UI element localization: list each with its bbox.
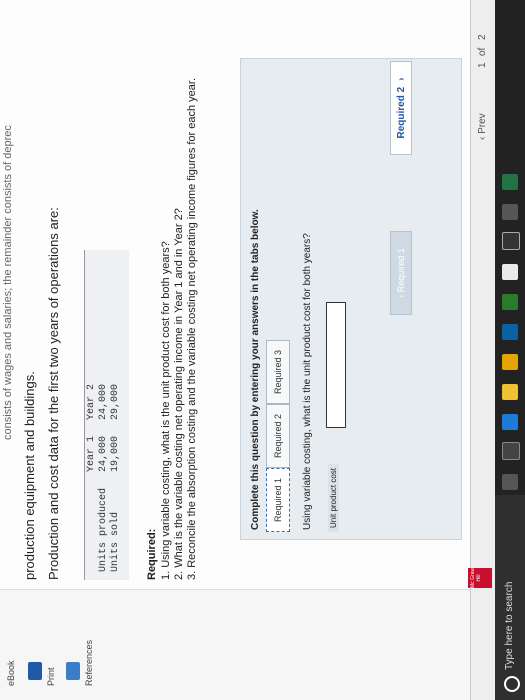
screen: consists of wages and salaries; the rema… (0, 0, 525, 700)
tab-required-2[interactable]: Required 2 (266, 404, 290, 468)
app-icon-2[interactable] (502, 204, 518, 220)
left-rail: eBook Print References (0, 589, 480, 700)
start-icon[interactable] (504, 676, 520, 692)
print-link[interactable]: Print (46, 667, 56, 686)
table-cell: 24,000 (98, 435, 109, 472)
input-label: Unit product cost (328, 463, 339, 532)
mcgraw-hill-logo: Mc Graw Hill (468, 568, 492, 588)
table-row: Units produced 24,000 24,000 (98, 376, 110, 580)
required-item-2: 2. What is the variable costing net oper… (173, 208, 185, 580)
table-cell: Units produced (98, 487, 109, 572)
tab-required-3[interactable]: Required 3 (266, 340, 290, 404)
page-of: of (477, 47, 488, 56)
table-cell: Units sold (110, 511, 121, 572)
excel-icon[interactable] (502, 174, 518, 190)
page-total: 2 (477, 34, 488, 40)
unit-product-cost-input[interactable] (326, 302, 346, 428)
intro-line: production equipment and buildings. (22, 371, 37, 580)
word-icon[interactable] (502, 294, 518, 310)
edge-icon[interactable] (502, 414, 518, 430)
page-current: 1 (477, 62, 488, 68)
table-header-cell: Year 2 (86, 383, 97, 420)
next-required-button[interactable]: Required 2 › (390, 61, 412, 155)
table-cell: 19,000 (110, 435, 121, 472)
data-line: Production and cost data for the first t… (46, 207, 61, 580)
logo-text: Mc Graw Hill (470, 568, 482, 588)
taskbar: Type here to search (495, 0, 525, 700)
chrome-icon[interactable] (502, 264, 518, 280)
chevron-right-icon: › (395, 77, 407, 81)
taskbar-search[interactable]: Type here to search (495, 495, 525, 700)
store-icon[interactable] (502, 384, 518, 400)
search-placeholder: Type here to search (504, 581, 515, 670)
task-view-icon[interactable] (502, 442, 520, 460)
table-header-cell: Year 1 (86, 435, 97, 472)
required-heading: Required: (146, 528, 158, 580)
cut-off-text: consists of wages and salaries; the rema… (2, 125, 14, 440)
print-icon[interactable] (28, 662, 42, 680)
prev-button[interactable]: ‹ Prev (477, 113, 488, 140)
windows-icon[interactable] (502, 324, 518, 340)
production-table: Year 1 Year 2 Units produced 24,000 24,0… (86, 376, 122, 580)
footer: ‹ Prev 1 of 2 (470, 0, 495, 700)
table-row: Units sold 19,000 29,000 (110, 376, 122, 580)
table-header-cell (86, 480, 98, 580)
table-cell: 24,000 (98, 383, 109, 420)
references-icon[interactable] (66, 662, 80, 680)
tab-required-1[interactable]: Required 1 (266, 468, 290, 532)
prev-required-button[interactable]: ‹ Required 1 (390, 231, 412, 315)
folder-icon[interactable] (502, 354, 518, 370)
references-link[interactable]: References (84, 640, 94, 686)
table-cell: 29,000 (110, 383, 121, 420)
mic-icon[interactable] (502, 474, 518, 490)
required-item-3: 3. Reconcile the absorption costing and … (186, 77, 198, 580)
table-header-row: Year 1 Year 2 (86, 376, 98, 580)
question-text: Using variable costing, what is the unit… (302, 233, 313, 530)
instruction-text: Complete this question by entering your … (250, 209, 261, 530)
ebook-link[interactable]: eBook (6, 660, 16, 686)
next-required-label: Required 2 (395, 86, 407, 139)
app-icon[interactable] (502, 232, 520, 250)
required-item-1: 1. Using variable costing, what is the u… (160, 241, 172, 580)
